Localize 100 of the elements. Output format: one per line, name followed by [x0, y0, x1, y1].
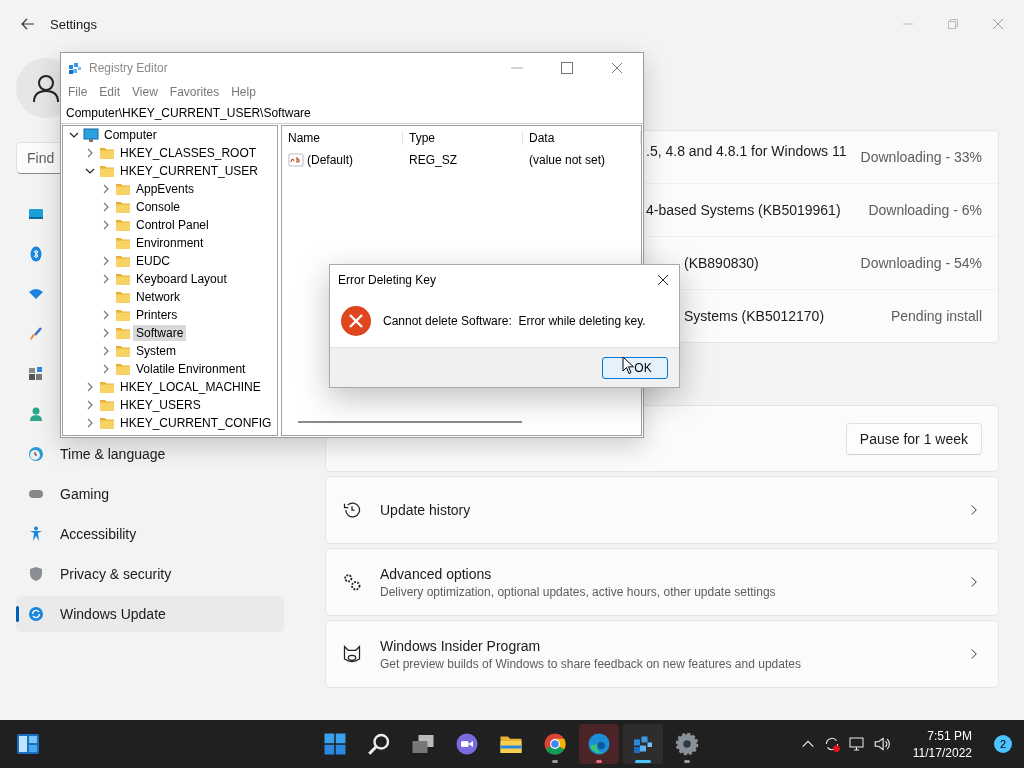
folder-icon	[115, 271, 131, 287]
tree-item[interactable]: Computer	[101, 127, 160, 143]
menu-item[interactable]: Favorites	[163, 85, 226, 99]
update-status: Downloading - 6%	[868, 202, 982, 218]
option-card[interactable]: Update history	[325, 476, 999, 544]
option-title: Update history	[380, 502, 472, 518]
option-description: Delivery optimization, optional updates, active hours, other update settings	[380, 584, 777, 599]
folder-icon	[115, 289, 131, 305]
tree-item[interactable]: HKEY_USERS	[117, 397, 204, 413]
folder-icon	[115, 199, 131, 215]
column-header[interactable]: Name	[282, 131, 403, 145]
option-title: Windows Insider Program	[380, 637, 542, 654]
tree-item[interactable]: Console	[133, 199, 184, 215]
tree-item[interactable]: System	[133, 343, 179, 359]
chevron-right-icon[interactable]	[101, 310, 111, 320]
chevron-right-icon[interactable]	[101, 346, 111, 356]
computer-icon	[83, 127, 99, 143]
chevron-right-icon[interactable]	[85, 382, 95, 392]
tree-item[interactable]: Control Panel	[133, 217, 212, 233]
notification-badge[interactable]: 2	[994, 735, 1012, 753]
nav-item[interactable]: Gaming	[16, 476, 284, 512]
tree-item[interactable]: HKEY_CURRENT_CONFIG	[117, 415, 275, 431]
column-header[interactable]: Data	[523, 131, 641, 145]
chevron-right-icon[interactable]	[101, 220, 111, 230]
chevron-down-icon[interactable]	[69, 130, 79, 140]
column-header[interactable]: Type	[403, 131, 523, 145]
clock-icon	[28, 446, 44, 462]
folder-icon	[99, 163, 115, 179]
folder-icon	[115, 361, 131, 377]
accessibility-icon	[28, 526, 44, 542]
tree-item[interactable]: Keyboard Layout	[133, 271, 230, 287]
clock-date[interactable]: 11/17/2022	[912, 745, 972, 760]
start-icon	[323, 732, 347, 756]
chevron-right-icon[interactable]	[101, 364, 111, 374]
chevron-right-icon[interactable]	[85, 400, 95, 410]
tree-item[interactable]: AppEvents	[133, 181, 198, 197]
chevron-right-icon[interactable]	[101, 256, 111, 266]
tree-item[interactable]: HKEY_CURRENT_USER	[117, 163, 262, 179]
menu-item[interactable]: Edit	[93, 85, 127, 99]
arrow-left-icon	[21, 17, 35, 31]
chevron-right-icon[interactable]	[85, 418, 95, 428]
update-title: Systems (KB5012170)	[684, 308, 826, 324]
taskbar-app-button[interactable]	[623, 724, 663, 764]
option-card[interactable]: Advanced options Delivery optimization, optional updates, active hours, other update settings	[325, 548, 999, 616]
tree-item[interactable]: EUDC	[133, 253, 173, 269]
menu-item[interactable]: View	[126, 85, 164, 99]
option-card[interactable]: Windows Insider Program Get preview builds of Windows to share feedback on new features and updates	[325, 620, 999, 688]
value-name: (Default)	[307, 153, 353, 167]
error-icon	[340, 305, 372, 337]
chevron-right-icon[interactable]	[101, 184, 111, 194]
tree-item[interactable]: HKEY_LOCAL_MACHINE	[117, 379, 264, 395]
folder-icon	[115, 325, 131, 341]
cursor-icon	[622, 355, 635, 375]
folder-icon	[115, 307, 131, 323]
string-value-icon	[288, 152, 304, 168]
brush-icon	[28, 326, 44, 342]
folder-icon	[99, 379, 115, 395]
nav-item[interactable]: Windows Update	[16, 596, 284, 632]
pause-button[interactable]: Pause for 1 week	[845, 422, 982, 455]
close-icon	[657, 274, 669, 286]
apps-icon	[28, 366, 44, 382]
bluetooth-icon	[28, 246, 44, 262]
chevron-right-icon[interactable]	[101, 274, 111, 284]
folder-icon	[115, 343, 131, 359]
tree-item[interactable]: Printers	[133, 307, 181, 323]
tree-item[interactable]: Volatile Environment	[133, 361, 249, 377]
folder-icon	[115, 235, 131, 251]
taskbar-app-button[interactable]	[579, 724, 619, 764]
table-cell-text: (value not set)	[528, 153, 607, 167]
tree-item[interactable]: HKEY_CLASSES_ROOT	[117, 145, 260, 161]
sync-icon	[28, 606, 44, 622]
chat-icon	[455, 732, 479, 756]
chevron-right-icon[interactable]	[85, 148, 95, 158]
folder-icon	[99, 397, 115, 413]
volume-icon	[872, 735, 891, 753]
ok-button[interactable]: OK	[602, 356, 668, 379]
nav-item[interactable]: Privacy & security	[16, 556, 284, 592]
shield-icon	[28, 566, 44, 582]
tree-item[interactable]: Network	[133, 289, 183, 305]
error-message: Cannot delete Software: Error while deleting key.	[383, 314, 646, 328]
nav-item[interactable]: Accessibility	[16, 516, 284, 552]
scrollbar-thumb[interactable]	[298, 421, 522, 423]
folder-icon	[99, 145, 115, 161]
tree-item[interactable]: Environment	[133, 235, 207, 251]
search-field[interactable]: Find	[16, 142, 60, 174]
update-title: (KB890830)	[684, 255, 760, 271]
cat-icon	[342, 644, 362, 664]
chevron-down-icon[interactable]	[85, 166, 95, 176]
update-title: .5, 4.8 and 4.8.1 for Windows 11	[646, 143, 848, 159]
chevron-right-icon[interactable]	[101, 202, 111, 212]
tree-item[interactable]: Software	[133, 325, 187, 341]
menu-item[interactable]: File	[62, 85, 94, 99]
option-description: Get preview builds of Windows to share feedback on new features and updates	[380, 656, 802, 671]
address-bar[interactable]: Computer\HKEY_CURRENT_USER\Software	[61, 103, 643, 124]
chevron-right-icon[interactable]	[101, 328, 111, 338]
folder-icon	[115, 217, 131, 233]
update-status: Downloading - 33%	[860, 149, 982, 165]
window-title: Settings	[50, 16, 98, 32]
clock-time[interactable]: 7:51 PM	[927, 728, 972, 743]
menu-item[interactable]: Help	[225, 85, 262, 99]
